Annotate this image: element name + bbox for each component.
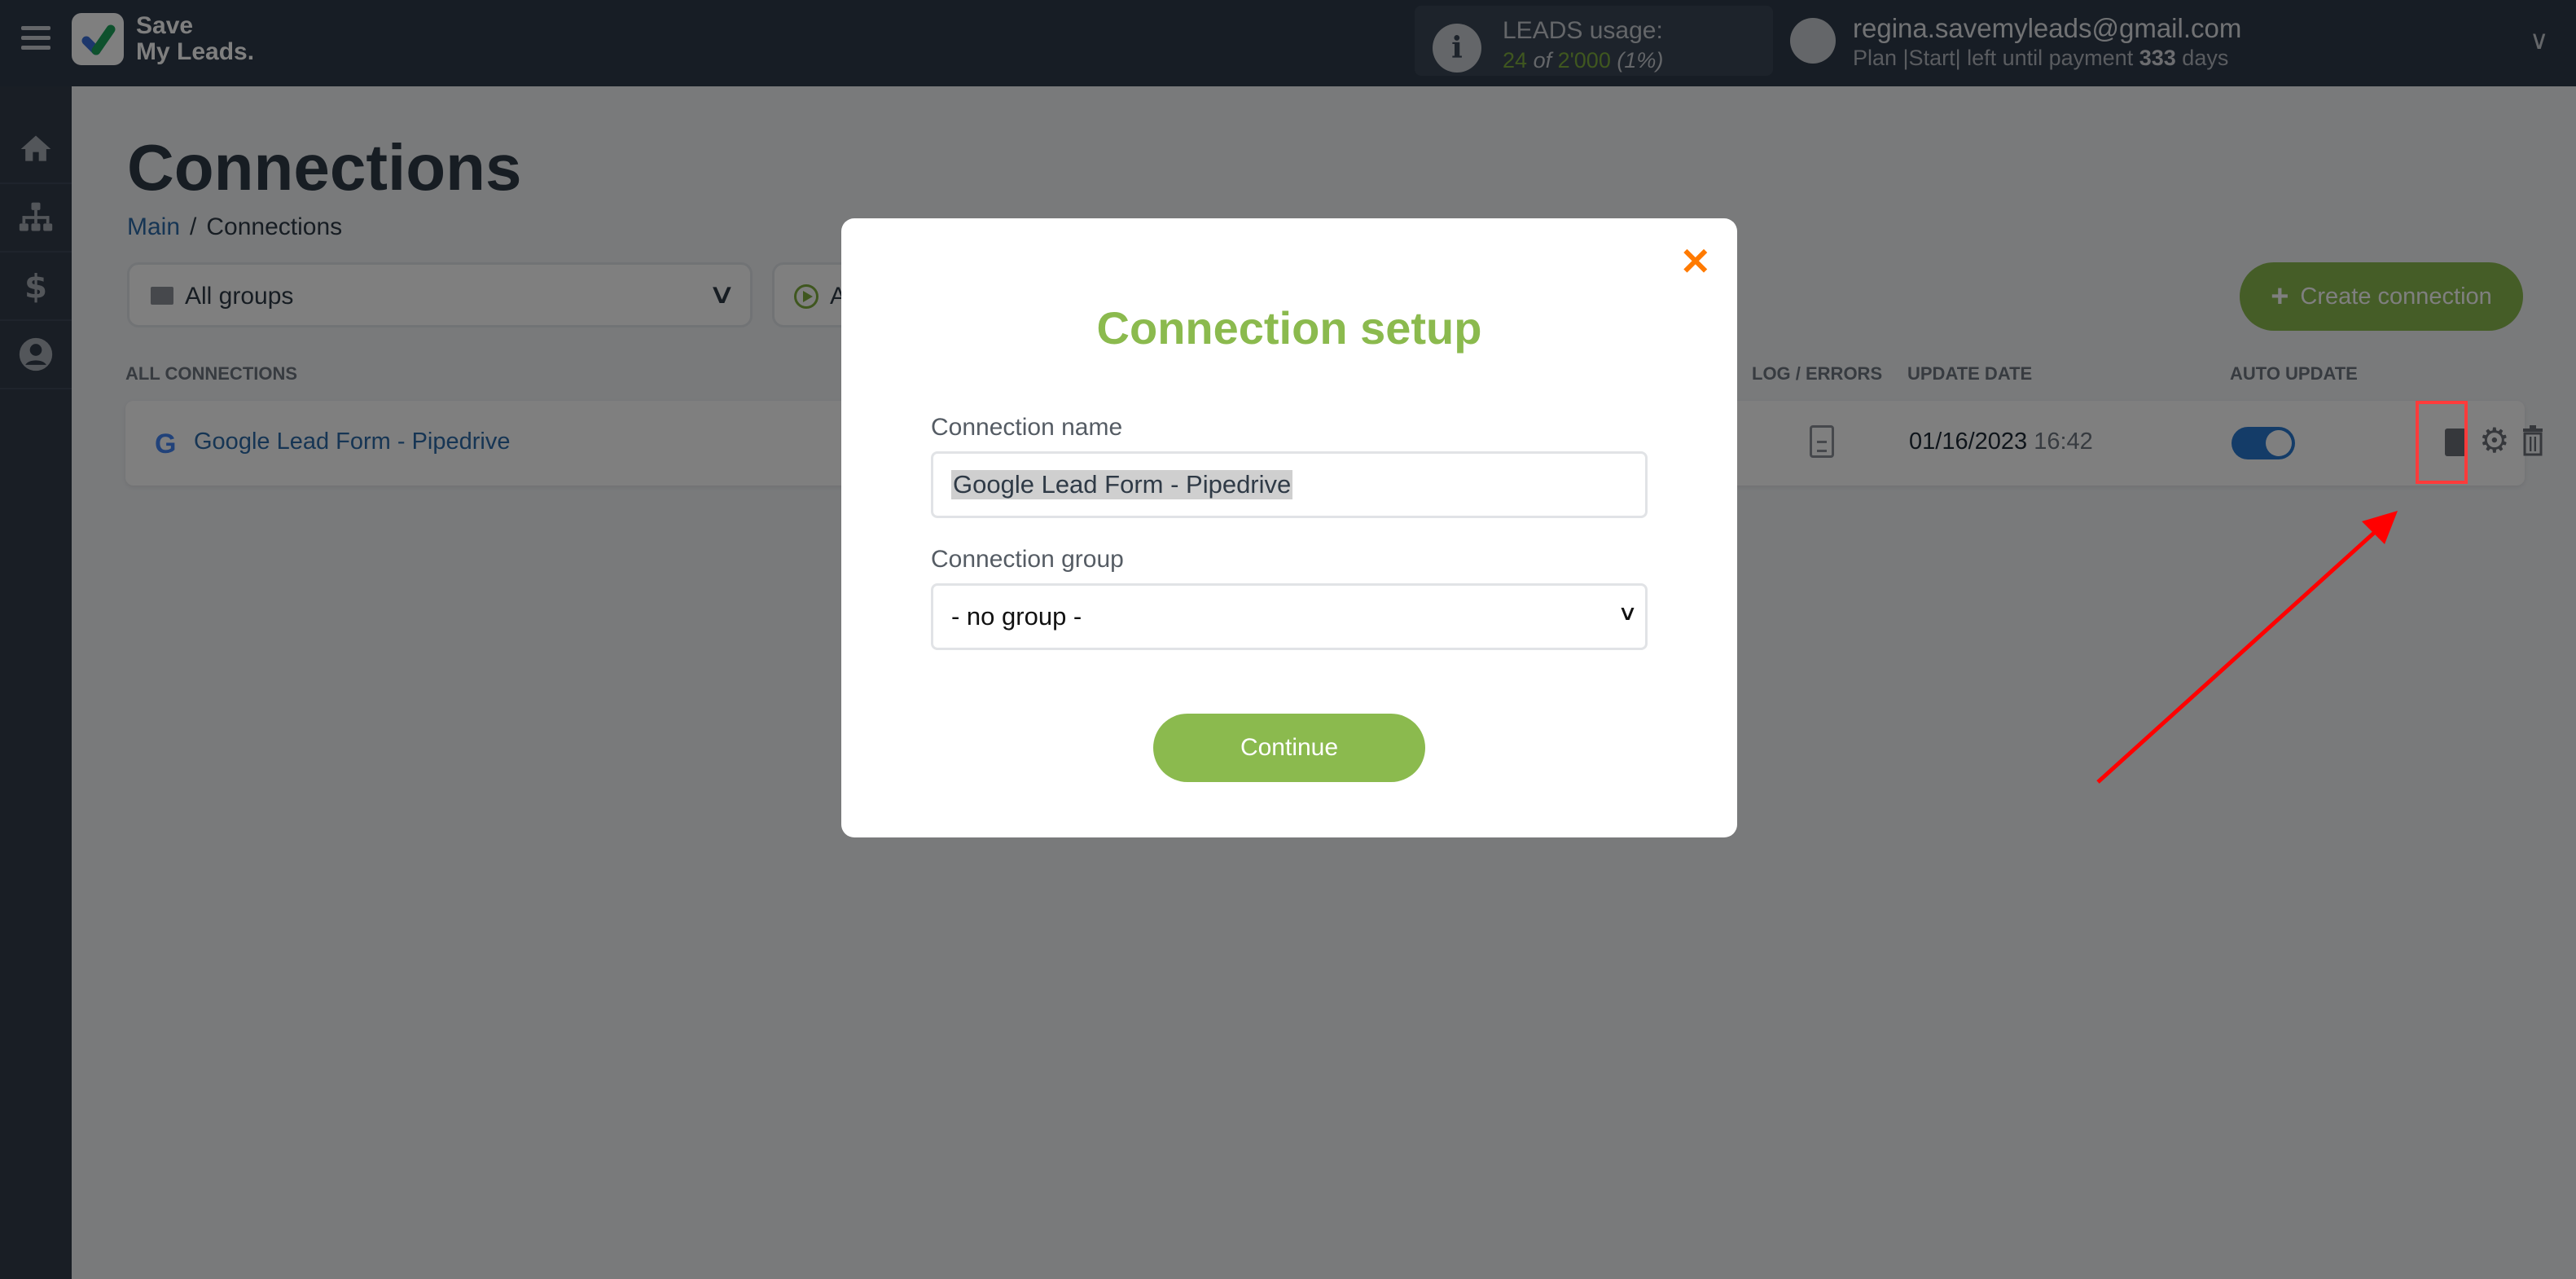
chevron-down-icon: ∨ <box>1617 600 1638 625</box>
continue-button[interactable]: Continue <box>1153 714 1425 782</box>
connection-name-value: Google Lead Form - Pipedrive <box>951 470 1293 499</box>
close-icon[interactable]: ✕ <box>1679 240 1711 283</box>
connection-group-select[interactable]: - no group - ∨ <box>931 583 1648 650</box>
connection-group-value: - no group - <box>951 602 1082 631</box>
connection-name-field[interactable]: Google Lead Form - Pipedrive <box>931 451 1648 518</box>
connection-group-label: Connection group <box>931 546 1124 573</box>
connection-name-label: Connection name <box>931 414 1123 441</box>
connection-setup-modal: ✕ Connection setup Connection name Googl… <box>841 218 1737 837</box>
modal-title: Connection setup <box>1096 302 1482 354</box>
annotation-highlight-box <box>2416 401 2468 484</box>
